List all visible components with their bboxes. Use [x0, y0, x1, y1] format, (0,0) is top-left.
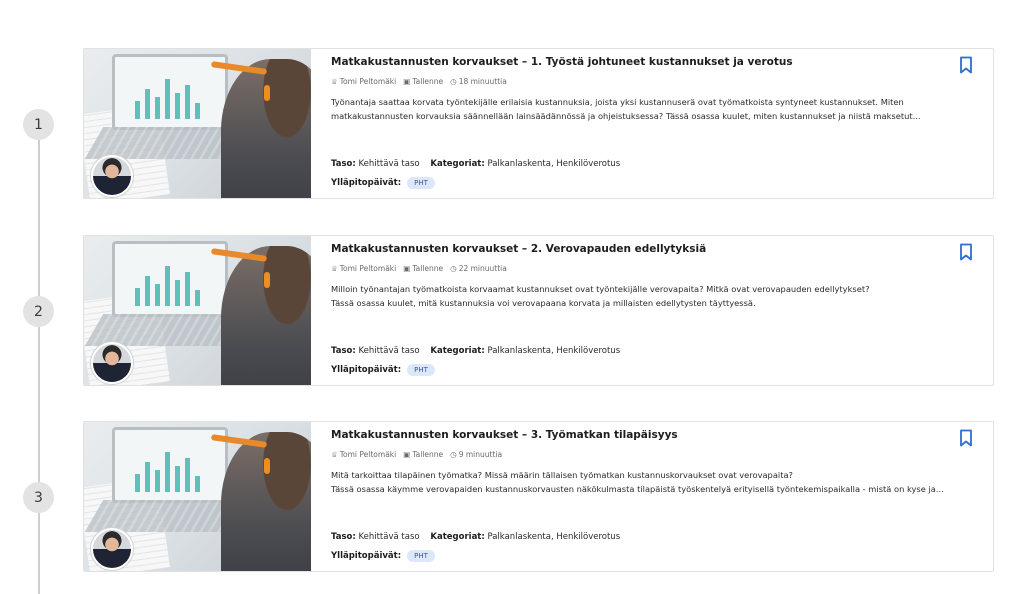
categories-label: Kategoriat: — [430, 346, 485, 356]
categories-label: Kategoriat: — [430, 159, 485, 169]
categories-value: Palkanlaskenta, Henkilöverotus — [487, 532, 621, 542]
maintenance-badge[interactable]: PHT — [407, 550, 435, 562]
course-body: Matkakustannusten korvaukset – 1. Työstä… — [331, 49, 993, 198]
course-title[interactable]: Matkakustannusten korvaukset – 3. Työmat… — [331, 429, 678, 441]
duration-label: 9 minuuttia — [458, 450, 503, 459]
maintenance-label: Ylläpitopäivät: — [331, 365, 402, 375]
course-tags: Taso: Kehittävä taso Kategoriat: Palkanl… — [331, 346, 620, 356]
course-meta: ♕ Tomi Peltomäki ▣ Tallenne ◷ 18 minuuttia — [331, 77, 507, 86]
description-line: Mitä tarkoittaa tilapäinen työmatka? Mis… — [331, 470, 793, 480]
maintenance-label: Ylläpitopäivät: — [331, 551, 402, 561]
description-line: Tässä osassa kuulet, mitä kustannuksia v… — [331, 298, 756, 308]
recording-icon: ▣ — [403, 450, 411, 459]
format-label: Tallenne — [412, 77, 444, 86]
thumbnail-earring — [264, 85, 270, 101]
description-line: Työnantaja saattaa korvata työntekijälle… — [331, 97, 904, 107]
level-value: Kehittävä taso — [358, 346, 420, 356]
maintenance-row: Ylläpitopäivät: PHT — [331, 177, 435, 189]
presenter-avatar — [91, 155, 133, 197]
course-tags: Taso: Kehittävä taso Kategoriat: Palkanl… — [331, 159, 620, 169]
format: ▣ Tallenne — [403, 77, 443, 86]
presenter-name: Tomi Peltomäki — [339, 77, 397, 86]
duration: ◷ 18 minuuttia — [450, 77, 507, 86]
level-value: Kehittävä taso — [358, 159, 420, 169]
presenter: ♕ Tomi Peltomäki — [331, 450, 396, 459]
categories-label: Kategoriat: — [430, 532, 485, 542]
format: ▣ Tallenne — [403, 450, 443, 459]
presenter-avatar — [91, 342, 133, 384]
course-tags: Taso: Kehittävä taso Kategoriat: Palkanl… — [331, 532, 620, 542]
bookmark-icon[interactable] — [957, 429, 975, 447]
timeline-line — [38, 124, 40, 594]
course-card[interactable]: Matkakustannusten korvaukset – 2. Verova… — [83, 235, 994, 386]
categories-value: Palkanlaskenta, Henkilöverotus — [487, 346, 621, 356]
recording-icon: ▣ — [403, 264, 411, 273]
presenter-avatar — [91, 528, 133, 570]
level-label: Taso: — [331, 159, 356, 169]
description-line: Milloin työnantajan työmatkoista korvaam… — [331, 284, 870, 294]
level-label: Taso: — [331, 346, 356, 356]
format-label: Tallenne — [412, 450, 444, 459]
course-card[interactable]: Matkakustannusten korvaukset – 1. Työstä… — [83, 48, 994, 199]
categories-value: Palkanlaskenta, Henkilöverotus — [487, 159, 621, 169]
presenter: ♕ Tomi Peltomäki — [331, 77, 396, 86]
format: ▣ Tallenne — [403, 264, 443, 273]
course-thumbnail[interactable] — [84, 49, 311, 198]
thumbnail-earring — [264, 458, 270, 474]
duration-label: 22 minuuttia — [458, 264, 507, 273]
presenter-icon: ♕ — [331, 77, 338, 86]
duration-label: 18 minuuttia — [458, 77, 507, 86]
format-label: Tallenne — [412, 264, 444, 273]
course-description: Mitä tarkoittaa tilapäinen työmatka? Mis… — [331, 468, 971, 496]
description-line: Tässä osassa käymme verovapaiden kustann… — [331, 484, 944, 494]
maintenance-badge[interactable]: PHT — [407, 177, 435, 189]
course-card[interactable]: Matkakustannusten korvaukset – 3. Työmat… — [83, 421, 994, 572]
presenter-name: Tomi Peltomäki — [339, 450, 397, 459]
course-meta: ♕ Tomi Peltomäki ▣ Tallenne ◷ 22 minuuttia — [331, 264, 507, 273]
thumbnail-person — [221, 432, 311, 571]
course-thumbnail[interactable] — [84, 422, 311, 571]
maintenance-row: Ylläpitopäivät: PHT — [331, 550, 435, 562]
course-body: Matkakustannusten korvaukset – 3. Työmat… — [331, 422, 993, 571]
course-meta: ♕ Tomi Peltomäki ▣ Tallenne ◷ 9 minuuttia — [331, 450, 502, 459]
duration: ◷ 22 minuuttia — [450, 264, 507, 273]
thumbnail-person — [221, 246, 311, 385]
course-description: Työnantaja saattaa korvata työntekijälle… — [331, 95, 971, 123]
clock-icon: ◷ — [450, 450, 457, 459]
clock-icon: ◷ — [450, 77, 457, 86]
course-thumbnail[interactable] — [84, 236, 311, 385]
bookmark-icon[interactable] — [957, 56, 975, 74]
course-title[interactable]: Matkakustannusten korvaukset – 2. Verova… — [331, 243, 706, 255]
step-number: 2 — [23, 296, 54, 327]
maintenance-badge[interactable]: PHT — [407, 364, 435, 376]
duration: ◷ 9 minuuttia — [450, 450, 502, 459]
presenter: ♕ Tomi Peltomäki — [331, 264, 396, 273]
step-number: 1 — [23, 109, 54, 140]
thumbnail-person — [221, 59, 311, 198]
clock-icon: ◷ — [450, 264, 457, 273]
thumbnail-earring — [264, 272, 270, 288]
step-number: 3 — [23, 482, 54, 513]
maintenance-row: Ylläpitopäivät: PHT — [331, 364, 435, 376]
recording-icon: ▣ — [403, 77, 411, 86]
course-title[interactable]: Matkakustannusten korvaukset – 1. Työstä… — [331, 56, 793, 68]
presenter-name: Tomi Peltomäki — [339, 264, 397, 273]
presenter-icon: ♕ — [331, 264, 338, 273]
presenter-icon: ♕ — [331, 450, 338, 459]
course-body: Matkakustannusten korvaukset – 2. Verova… — [331, 236, 993, 385]
description-line: matkakustannusten korvauksia säännellään… — [331, 111, 921, 121]
level-value: Kehittävä taso — [358, 532, 420, 542]
maintenance-label: Ylläpitopäivät: — [331, 178, 402, 188]
level-label: Taso: — [331, 532, 356, 542]
bookmark-icon[interactable] — [957, 243, 975, 261]
course-description: Milloin työnantajan työmatkoista korvaam… — [331, 282, 971, 310]
